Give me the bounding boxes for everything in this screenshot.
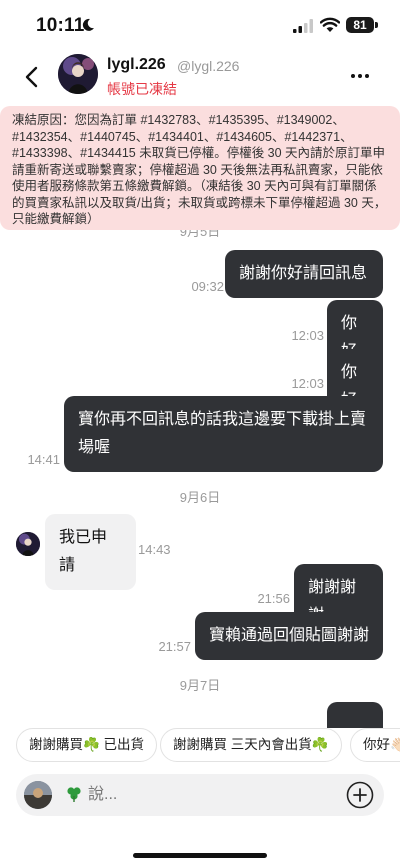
message-bubble-incoming[interactable]: 我已申請 xyxy=(45,514,136,590)
date-separator: 9月7日 xyxy=(179,678,221,693)
message-bubble-outgoing-partial[interactable] xyxy=(327,702,383,728)
home-indicator xyxy=(133,853,267,858)
clover-icon xyxy=(67,787,81,802)
battery-indicator: 81 xyxy=(346,17,374,33)
quick-reply-chip[interactable]: 謝謝購買 三天內會出貨☘️ xyxy=(160,728,342,762)
plus-icon[interactable] xyxy=(346,781,374,809)
message-bubble-outgoing[interactable]: 寶你再不回訊息的話我這邊要下載掛上賣場喔 xyxy=(64,396,383,472)
back-button[interactable] xyxy=(16,62,46,92)
quick-reply-chip[interactable]: 謝謝購買☘️ 已出貨 xyxy=(16,728,158,762)
quick-reply-bar: 謝謝購買☘️ 已出貨 謝謝購買 三天內會出貨☘️ 你好👋🏻 xyxy=(0,728,400,764)
message-time: 14:41 xyxy=(27,452,60,467)
freeze-notice-banner: 凍結原因：您因為訂單 #1432783、#1435395、#1349002、#1… xyxy=(0,106,400,230)
message-time: 09:32 xyxy=(191,279,224,294)
message-bubble-outgoing[interactable]: 寶賴通過回個貼圖謝謝 xyxy=(195,612,383,660)
chat-header: lygl.226 @lygl.226 帳號已凍結 xyxy=(0,52,400,102)
message-input[interactable] xyxy=(88,782,338,808)
message-composer xyxy=(16,774,384,816)
my-avatar[interactable] xyxy=(24,781,52,809)
message-time: 21:56 xyxy=(257,591,290,606)
signal-icon xyxy=(293,19,313,33)
account-frozen-status: 帳號已凍結 xyxy=(107,81,177,97)
date-separator: 9月6日 xyxy=(179,490,221,505)
message-bubble-outgoing[interactable]: 謝謝你好請回訊息 xyxy=(225,250,383,298)
contact-name: lygl.226 xyxy=(107,56,166,73)
quick-reply-chip[interactable]: 你好👋🏻 xyxy=(350,728,400,762)
contact-avatar-small[interactable] xyxy=(16,532,40,556)
back-arrow-icon xyxy=(25,66,38,88)
more-icon xyxy=(351,74,369,78)
status-bar: 10:11 81 xyxy=(0,0,400,52)
more-button[interactable] xyxy=(346,64,374,88)
moon-icon xyxy=(82,18,94,31)
battery-tip xyxy=(375,22,378,28)
message-time: 12:03 xyxy=(291,376,324,391)
message-time: 12:03 xyxy=(291,328,324,343)
message-time: 14:43 xyxy=(138,542,171,557)
contact-avatar[interactable] xyxy=(58,54,98,94)
status-time: 10:11 xyxy=(36,15,85,36)
message-time: 21:57 xyxy=(158,639,191,654)
contact-handle: @lygl.226 xyxy=(177,58,240,74)
wifi-icon xyxy=(320,17,340,32)
